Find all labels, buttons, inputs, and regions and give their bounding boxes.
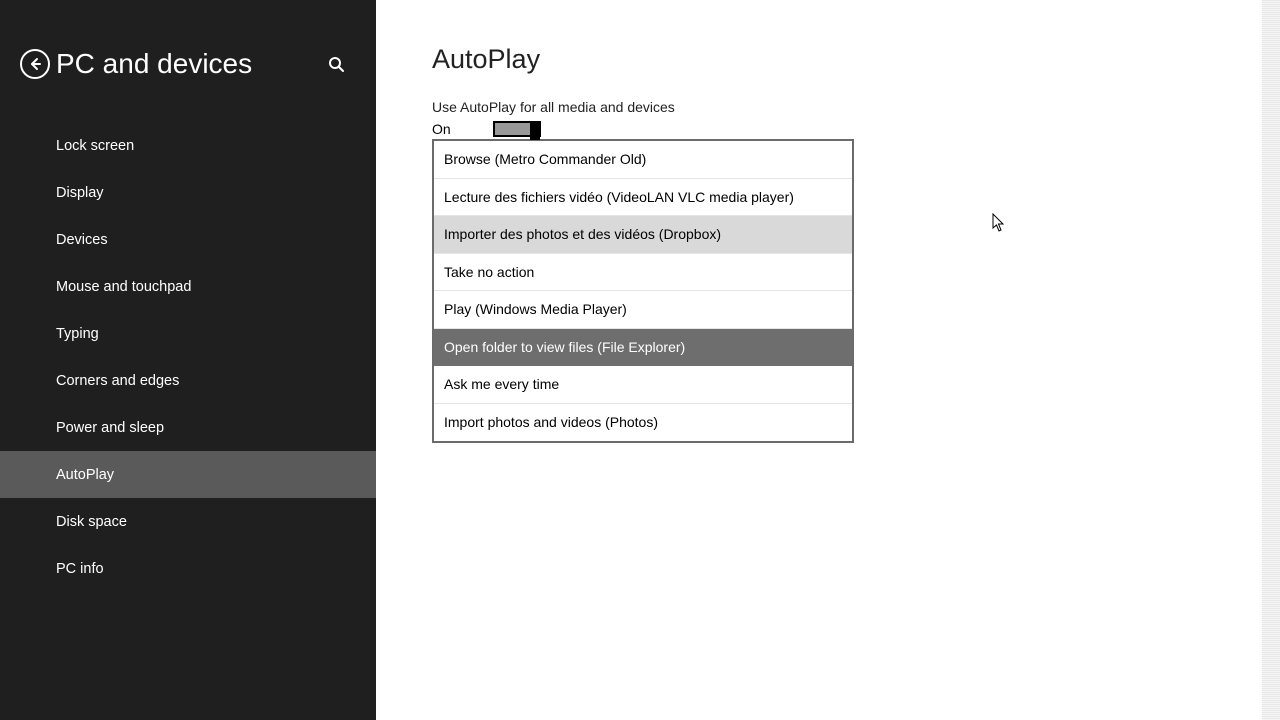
sidebar-item-label: Corners and edges <box>56 373 179 389</box>
dropdown-option[interactable]: Lecture des fichiers vidéo (VideoLAN VLC… <box>434 179 852 217</box>
sidebar-item-label: Power and sleep <box>56 420 164 436</box>
sidebar-item-label: AutoPlay <box>56 467 114 483</box>
sidebar-item-autoplay[interactable]: AutoPlay <box>0 451 376 498</box>
search-button[interactable] <box>326 54 346 74</box>
sidebar-item-mouse-touchpad[interactable]: Mouse and touchpad <box>0 263 376 310</box>
dropdown-option-label: Import photos and videos (Photos) <box>444 414 658 430</box>
sidebar-title: PC and devices <box>56 48 326 80</box>
sidebar-item-disk-space[interactable]: Disk space <box>0 498 376 545</box>
toggle-knob <box>530 122 540 140</box>
main-content: AutoPlay Use AutoPlay for all media and … <box>376 0 1280 720</box>
sidebar-item-devices[interactable]: Devices <box>0 216 376 263</box>
sidebar-header: PC and devices <box>0 0 376 108</box>
sidebar-item-display[interactable]: Display <box>0 169 376 216</box>
dropdown-option[interactable]: Take no action <box>434 254 852 292</box>
sidebar-item-label: Typing <box>56 326 99 342</box>
search-icon <box>328 56 344 72</box>
sidebar-item-label: PC info <box>56 561 104 577</box>
dropdown-option[interactable]: Importer des photos et des vidéos (Dropb… <box>434 216 852 254</box>
sidebar-item-label: Devices <box>56 232 108 248</box>
dropdown-option[interactable]: Open folder to view files (File Explorer… <box>434 329 852 367</box>
sidebar-item-pc-info[interactable]: PC info <box>0 545 376 592</box>
dropdown-option[interactable]: Browse (Metro Commander Old) <box>434 141 852 179</box>
sidebar-item-label: Mouse and touchpad <box>56 279 191 295</box>
page-title: AutoPlay <box>432 44 1280 75</box>
autoplay-action-dropdown[interactable]: Browse (Metro Commander Old) Lecture des… <box>432 139 854 443</box>
sidebar-item-label: Lock screen <box>56 138 134 154</box>
dropdown-option-label: Ask me every time <box>444 376 559 392</box>
arrow-left-icon <box>28 57 42 71</box>
autoplay-toggle-row: On <box>432 121 1280 137</box>
sidebar-item-lock-screen[interactable]: Lock screen <box>0 122 376 169</box>
back-button[interactable] <box>20 49 50 79</box>
dropdown-option[interactable]: Import photos and videos (Photos) <box>434 404 852 442</box>
sidebar-item-label: Display <box>56 185 104 201</box>
sidebar-list: Lock screen Display Devices Mouse and to… <box>0 108 376 592</box>
sidebar: PC and devices Lock screen Display Devic… <box>0 0 376 720</box>
cursor-icon <box>992 213 1006 233</box>
sidebar-item-power-sleep[interactable]: Power and sleep <box>0 404 376 451</box>
dropdown-option[interactable]: Play (Windows Media Player) <box>434 291 852 329</box>
dropdown-option-label: Open folder to view files (File Explorer… <box>444 339 685 355</box>
dropdown-option[interactable]: Ask me every time <box>434 366 852 404</box>
toggle-state-text: On <box>432 121 451 137</box>
autoplay-toggle-label: Use AutoPlay for all media and devices <box>432 99 1280 115</box>
sidebar-item-corners-edges[interactable]: Corners and edges <box>0 357 376 404</box>
sidebar-item-label: Disk space <box>56 514 127 530</box>
dropdown-option-label: Importer des photos et des vidéos (Dropb… <box>444 226 721 242</box>
right-edge-scrollbar <box>1262 0 1280 720</box>
dropdown-option-label: Take no action <box>444 264 534 280</box>
autoplay-toggle[interactable] <box>493 121 541 137</box>
dropdown-option-label: Play (Windows Media Player) <box>444 301 627 317</box>
dropdown-option-label: Browse (Metro Commander Old) <box>444 151 646 167</box>
sidebar-item-typing[interactable]: Typing <box>0 310 376 357</box>
dropdown-option-label: Lecture des fichiers vidéo (VideoLAN VLC… <box>444 189 794 205</box>
